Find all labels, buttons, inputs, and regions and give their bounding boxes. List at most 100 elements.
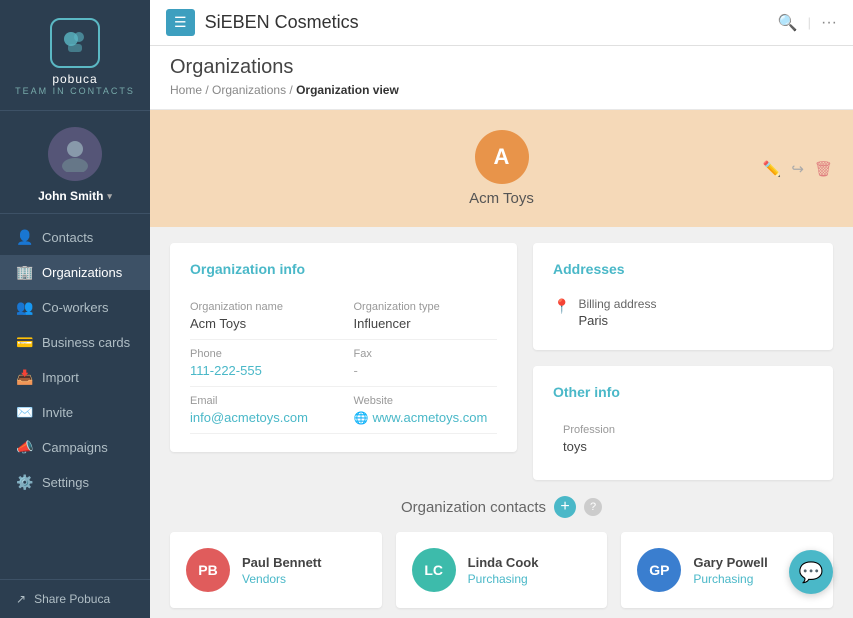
sidebar-item-import[interactable]: 📥 Import bbox=[0, 360, 150, 395]
org-type-label: Organization type bbox=[354, 301, 498, 313]
sidebar-item-organizations[interactable]: 🏢 Organizations bbox=[0, 255, 150, 290]
sidebar-share-label: Share Pobuca bbox=[34, 592, 110, 606]
add-contact-button[interactable]: + bbox=[554, 496, 576, 518]
sidebar-item-import-label: Import bbox=[42, 370, 79, 385]
org-phone-label: Phone bbox=[190, 348, 344, 360]
contact-avatar: GP bbox=[637, 548, 681, 592]
sidebar-item-campaigns-label: Campaigns bbox=[42, 440, 108, 455]
sidebar-item-business-cards[interactable]: 💳 Business cards bbox=[0, 325, 150, 360]
addresses-card-title: Addresses bbox=[553, 261, 813, 277]
share-org-button[interactable]: ↪ bbox=[791, 160, 804, 178]
org-actions: ✏️ ↪ 🗑 bbox=[763, 160, 833, 178]
app-logo-text: pobuca bbox=[52, 72, 97, 86]
edit-org-button[interactable]: ✏️ bbox=[763, 160, 782, 178]
contact-department: Vendors bbox=[242, 572, 321, 586]
contact-name: Paul Bennett bbox=[242, 555, 321, 570]
org-name: Acm Toys bbox=[469, 190, 534, 207]
org-info-center: A Acm Toys bbox=[469, 130, 534, 207]
profession-value: toys bbox=[563, 439, 813, 454]
avatar bbox=[48, 127, 102, 181]
sidebar-item-coworkers-label: Co-workers bbox=[42, 300, 108, 315]
topbar-menu-button[interactable]: ☰ bbox=[166, 9, 195, 36]
topbar-title: SiEBEN Cosmetics bbox=[205, 12, 768, 33]
org-type-cell: Organization type Influencer bbox=[344, 293, 498, 340]
profession-label: Profession bbox=[563, 424, 813, 436]
sidebar-item-contacts-label: Contacts bbox=[42, 230, 93, 245]
org-name-cell: Organization name Acm Toys bbox=[190, 293, 344, 340]
other-info-card: Other info Profession toys bbox=[533, 366, 833, 480]
user-chevron-icon: ▾ bbox=[107, 191, 112, 202]
sidebar-item-campaigns[interactable]: 📣 Campaigns bbox=[0, 430, 150, 465]
coworkers-icon: 👥 bbox=[16, 299, 32, 316]
sidebar-item-settings-label: Settings bbox=[42, 475, 89, 490]
org-name-value: Acm Toys bbox=[190, 316, 344, 331]
billing-address-label: Billing address bbox=[578, 297, 656, 311]
org-website-value[interactable]: 🌐 www.acmetoys.com bbox=[354, 410, 498, 425]
sidebar-logo: pobuca TEAM IN CONTACTS bbox=[0, 0, 150, 111]
business-cards-icon: 💳 bbox=[16, 334, 32, 351]
contact-card-lc[interactable]: LC Linda Cook Purchasing bbox=[396, 532, 608, 608]
contacts-help-button[interactable]: ? bbox=[584, 498, 602, 516]
sidebar-item-invite[interactable]: ✉️ Invite bbox=[0, 395, 150, 430]
share-icon: ↗ bbox=[16, 592, 26, 606]
org-email-label: Email bbox=[190, 395, 344, 407]
contact-avatar: PB bbox=[186, 548, 230, 592]
breadcrumb: Home / Organizations / Organization view bbox=[170, 83, 833, 97]
sidebar-item-invite-label: Invite bbox=[42, 405, 73, 420]
app-logo-tagline: TEAM IN CONTACTS bbox=[15, 86, 135, 96]
org-info-card: Organization info Organization name Acm … bbox=[170, 243, 517, 452]
sidebar: pobuca TEAM IN CONTACTS John Smith ▾ 👤 C… bbox=[0, 0, 150, 618]
import-icon: 📥 bbox=[16, 369, 32, 386]
profession-cell: Profession toys bbox=[553, 416, 813, 462]
globe-icon: 🌐 bbox=[354, 411, 369, 425]
breadcrumb-organizations[interactable]: Organizations bbox=[212, 83, 286, 97]
page-header: Organizations Home / Organizations / Org… bbox=[150, 46, 853, 110]
campaigns-icon: 📣 bbox=[16, 439, 32, 456]
org-avatar: A bbox=[475, 130, 529, 184]
more-options-button[interactable]: ··· bbox=[821, 14, 837, 32]
sidebar-user: John Smith ▾ bbox=[0, 111, 150, 214]
app-logo-icon bbox=[50, 18, 100, 68]
org-phone-cell: Phone 111-222-555 bbox=[190, 340, 344, 387]
contacts-icon: 👤 bbox=[16, 229, 32, 246]
contact-avatar: LC bbox=[412, 548, 456, 592]
sidebar-item-settings[interactable]: ⚙️ Settings bbox=[0, 465, 150, 500]
org-info-grid: Organization name Acm Toys Organization … bbox=[190, 293, 497, 434]
billing-address-item: 📍 Billing address Paris bbox=[553, 293, 813, 332]
content-area: A Acm Toys ✏️ ↪ 🗑 Organization info Orga… bbox=[150, 110, 853, 618]
org-phone-value[interactable]: 111-222-555 bbox=[190, 363, 344, 378]
org-website-cell: Website 🌐 www.acmetoys.com bbox=[344, 387, 498, 434]
sidebar-item-organizations-label: Organizations bbox=[42, 265, 122, 280]
organizations-icon: 🏢 bbox=[16, 264, 32, 281]
sidebar-item-business-cards-label: Business cards bbox=[42, 335, 130, 350]
topbar-actions: 🔍 | ··· bbox=[778, 13, 837, 33]
chat-fab-button[interactable]: 💬 bbox=[789, 550, 833, 594]
user-name-button[interactable]: John Smith ▾ bbox=[38, 189, 112, 203]
addresses-card: Addresses 📍 Billing address Paris bbox=[533, 243, 833, 350]
sidebar-item-contacts[interactable]: 👤 Contacts bbox=[0, 220, 150, 255]
org-banner: A Acm Toys ✏️ ↪ 🗑 bbox=[150, 110, 853, 227]
contacts-grid: PB Paul Bennett Vendors LC Linda Cook Pu… bbox=[170, 532, 833, 618]
breadcrumb-current: Organization view bbox=[296, 83, 399, 97]
sidebar-nav: 👤 Contacts 🏢 Organizations 👥 Co-workers … bbox=[0, 214, 150, 579]
delete-org-button[interactable]: 🗑 bbox=[814, 160, 833, 178]
sidebar-share-button[interactable]: ↗ Share Pobuca bbox=[0, 579, 150, 618]
invite-icon: ✉️ bbox=[16, 404, 32, 421]
org-type-value: Influencer bbox=[354, 316, 498, 331]
contact-department: Purchasing bbox=[693, 572, 767, 586]
org-email-cell: Email info@acmetoys.com bbox=[190, 387, 344, 434]
org-fax-label: Fax bbox=[354, 348, 498, 360]
org-name-label: Organization name bbox=[190, 301, 344, 313]
contact-name: Gary Powell bbox=[693, 555, 767, 570]
breadcrumb-home[interactable]: Home bbox=[170, 83, 202, 97]
contacts-header: Organization contacts + ? bbox=[170, 496, 833, 518]
contact-card-pb[interactable]: PB Paul Bennett Vendors bbox=[170, 532, 382, 608]
sidebar-item-coworkers[interactable]: 👥 Co-workers bbox=[0, 290, 150, 325]
org-fax-cell: Fax - bbox=[344, 340, 498, 387]
topbar-divider: | bbox=[808, 15, 811, 30]
right-cards-col: Addresses 📍 Billing address Paris Other … bbox=[533, 243, 833, 480]
org-email-value[interactable]: info@acmetoys.com bbox=[190, 410, 344, 425]
org-info-card-title: Organization info bbox=[190, 261, 497, 277]
search-button[interactable]: 🔍 bbox=[778, 13, 798, 33]
contacts-section-title: Organization contacts bbox=[401, 499, 546, 516]
